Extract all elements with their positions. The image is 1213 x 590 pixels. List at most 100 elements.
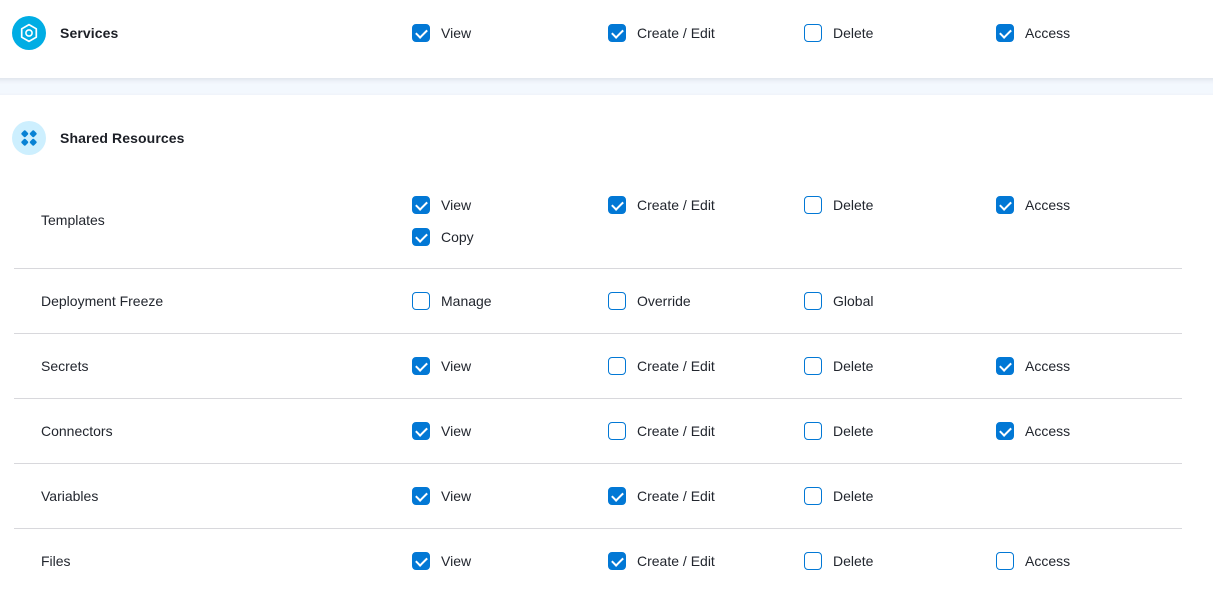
resource-label-secrets: Secrets [41, 358, 88, 374]
checkbox-icon[interactable] [412, 487, 430, 505]
checkbox-icon[interactable] [804, 292, 822, 310]
checkbox-icon[interactable] [996, 422, 1014, 440]
secrets-create-edit-checkbox[interactable]: Create / Edit [608, 357, 715, 375]
connectors-view-checkbox[interactable]: View [412, 422, 471, 440]
resource-label-connectors: Connectors [41, 423, 113, 439]
shared-resources-section-header: Shared Resources [0, 112, 1213, 164]
row-divider [14, 268, 1182, 269]
checkbox-label: Delete [833, 553, 873, 569]
templates-delete-checkbox[interactable]: Delete [804, 196, 873, 214]
checkbox-label: View [441, 197, 471, 213]
row-files: Files View Create / Edit Delete [0, 529, 1213, 590]
checkbox-label: Access [1025, 197, 1070, 213]
freeze-override-checkbox[interactable]: Override [608, 292, 691, 310]
checkbox-icon[interactable] [608, 422, 626, 440]
files-access-checkbox[interactable]: Access [996, 552, 1070, 570]
checkbox-label: Access [1025, 423, 1070, 439]
checkbox-icon[interactable] [996, 24, 1014, 42]
templates-create-edit-checkbox[interactable]: Create / Edit [608, 196, 715, 214]
checkbox-icon[interactable] [804, 422, 822, 440]
checkbox-label: View [441, 25, 471, 41]
freeze-global-checkbox[interactable]: Global [804, 292, 873, 310]
row-connectors: Connectors View Create / Edit Delete [0, 399, 1213, 463]
checkbox-label: Access [1025, 25, 1070, 41]
resource-label-files: Files [41, 553, 71, 569]
services-create-edit-checkbox[interactable]: Create / Edit [608, 24, 715, 42]
secrets-access-checkbox[interactable]: Access [996, 357, 1070, 375]
checkbox-label: Delete [833, 423, 873, 439]
variables-view-checkbox[interactable]: View [412, 487, 471, 505]
checkbox-icon[interactable] [412, 292, 430, 310]
checkbox-icon[interactable] [608, 196, 626, 214]
checkbox-label: Create / Edit [637, 358, 715, 374]
resource-label-templates: Templates [41, 212, 105, 228]
files-delete-checkbox[interactable]: Delete [804, 552, 873, 570]
checkbox-label: Delete [833, 197, 873, 213]
templates-copy-checkbox[interactable]: Copy [412, 228, 474, 246]
connectors-create-edit-checkbox[interactable]: Create / Edit [608, 422, 715, 440]
checkbox-label: View [441, 423, 471, 439]
checkbox-icon[interactable] [608, 552, 626, 570]
checkbox-label: Create / Edit [637, 488, 715, 504]
checkbox-label: Delete [833, 25, 873, 41]
checkbox-icon[interactable] [804, 487, 822, 505]
row-templates: Templates View Copy Create / Edit [0, 172, 1213, 268]
services-view-checkbox[interactable]: View [412, 24, 471, 42]
checkbox-icon[interactable] [608, 357, 626, 375]
services-permissions-row: View Create / Edit Delete Access [0, 0, 1213, 66]
variables-delete-checkbox[interactable]: Delete [804, 487, 873, 505]
checkbox-icon[interactable] [804, 357, 822, 375]
secrets-delete-checkbox[interactable]: Delete [804, 357, 873, 375]
checkbox-label: Manage [441, 293, 492, 309]
checkbox-icon[interactable] [804, 552, 822, 570]
checkbox-label: Create / Edit [637, 553, 715, 569]
row-divider [14, 398, 1182, 399]
shared-resources-icon [12, 121, 46, 155]
checkbox-icon[interactable] [412, 357, 430, 375]
services-access-checkbox[interactable]: Access [996, 24, 1070, 42]
checkbox-label: Override [637, 293, 691, 309]
checkbox-icon[interactable] [412, 228, 430, 246]
checkbox-label: Create / Edit [637, 25, 715, 41]
row-secrets: Secrets View Create / Edit Delete [0, 334, 1213, 398]
checkbox-label: Create / Edit [637, 423, 715, 439]
variables-create-edit-checkbox[interactable]: Create / Edit [608, 487, 715, 505]
checkbox-label: Delete [833, 358, 873, 374]
checkbox-label: View [441, 553, 471, 569]
checkbox-label: Copy [441, 229, 474, 245]
checkbox-icon[interactable] [996, 196, 1014, 214]
checkbox-icon[interactable] [412, 552, 430, 570]
services-delete-checkbox[interactable]: Delete [804, 24, 873, 42]
checkbox-label: Access [1025, 553, 1070, 569]
checkbox-icon[interactable] [608, 24, 626, 42]
files-create-edit-checkbox[interactable]: Create / Edit [608, 552, 715, 570]
checkbox-label: Access [1025, 358, 1070, 374]
checkbox-icon[interactable] [804, 196, 822, 214]
templates-view-checkbox[interactable]: View [412, 196, 474, 214]
files-view-checkbox[interactable]: View [412, 552, 471, 570]
row-deployment-freeze: Deployment Freeze Manage Override Global [0, 269, 1213, 333]
checkbox-icon[interactable] [412, 196, 430, 214]
checkbox-icon[interactable] [412, 24, 430, 42]
resource-label-deployment-freeze: Deployment Freeze [41, 293, 163, 309]
templates-access-checkbox[interactable]: Access [996, 196, 1070, 214]
checkbox-label: Global [833, 293, 873, 309]
checkbox-icon[interactable] [804, 24, 822, 42]
checkbox-icon[interactable] [996, 357, 1014, 375]
permissions-page: Services View Create / Edit Delete [0, 0, 1213, 590]
row-divider [14, 528, 1182, 529]
connectors-delete-checkbox[interactable]: Delete [804, 422, 873, 440]
section-title-shared-resources: Shared Resources [60, 130, 185, 146]
checkbox-icon[interactable] [412, 422, 430, 440]
checkbox-icon[interactable] [996, 552, 1014, 570]
secrets-view-checkbox[interactable]: View [412, 357, 471, 375]
freeze-manage-checkbox[interactable]: Manage [412, 292, 492, 310]
row-divider [14, 333, 1182, 334]
checkbox-icon[interactable] [608, 487, 626, 505]
checkbox-icon[interactable] [608, 292, 626, 310]
row-divider [14, 463, 1182, 464]
connectors-access-checkbox[interactable]: Access [996, 422, 1070, 440]
row-variables: Variables View Create / Edit Delete [0, 464, 1213, 528]
checkbox-label: View [441, 488, 471, 504]
checkbox-label: Create / Edit [637, 197, 715, 213]
